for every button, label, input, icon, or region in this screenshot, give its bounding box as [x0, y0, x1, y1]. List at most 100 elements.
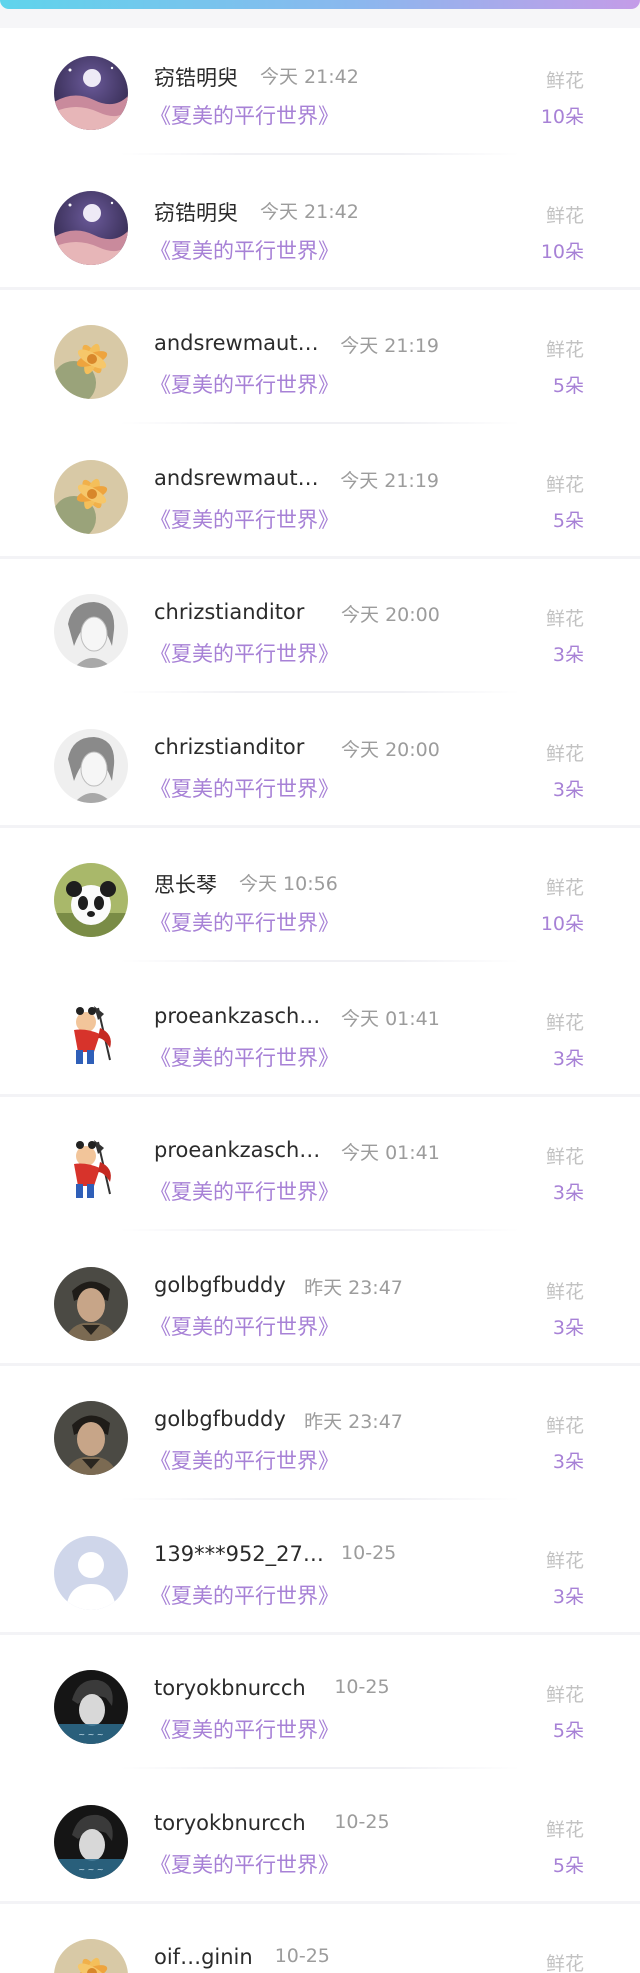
user-avatar[interactable]	[54, 459, 128, 534]
user-name[interactable]: 窃锆明臾	[154, 62, 238, 92]
gift-type: 鲜花	[545, 877, 584, 899]
man-portrait-icon	[54, 1401, 128, 1475]
gift-record-row[interactable]: chrizstianditor 今天 20:00 《夏美的平行世界》 鲜花 3朵	[0, 693, 640, 828]
gift-count: 3朵	[552, 778, 584, 801]
work-title-link[interactable]: 《夏美的平行世界》	[150, 638, 339, 668]
gift-count: 3朵	[552, 1316, 584, 1339]
work-title-link[interactable]: 《夏美的平行世界》	[150, 369, 339, 399]
gift-count: 3朵	[552, 1451, 584, 1473]
user-avatar[interactable]: ~ ~ ~	[54, 1670, 128, 1744]
work-title-link[interactable]: 《夏美的平行世界》	[150, 773, 339, 803]
user-avatar[interactable]	[54, 1939, 128, 1973]
gift-type: 鲜花	[545, 1415, 584, 1437]
gift-record-row[interactable]: andsrewmaut… 今天 21:19 《夏美的平行世界》 鲜花 5朵	[0, 424, 640, 559]
send-time: 10-25	[274, 1945, 330, 1967]
gift-type: 鲜花	[545, 339, 584, 361]
gift-record-row[interactable]: golbgfbuddy 昨天 23:47 《夏美的平行世界》 鲜花 3朵	[0, 1365, 640, 1500]
user-name[interactable]: 139***952_27…	[154, 1542, 324, 1566]
user-avatar[interactable]	[54, 728, 128, 803]
user-avatar[interactable]	[54, 325, 128, 399]
work-title-link[interactable]: 《夏美的平行世界》	[150, 235, 339, 265]
work-title-link[interactable]: 《夏美的平行世界》	[150, 1311, 339, 1341]
send-time: 今天 21:42	[260, 66, 359, 88]
gift-record-row[interactable]: 窃锆明臾 今天 21:42 《夏美的平行世界》 鲜花 10朵	[0, 155, 640, 290]
header-gradient-bar	[0, 0, 640, 9]
gift-record-row[interactable]: golbgfbuddy 昨天 23:47 《夏美的平行世界》 鲜花 3朵	[0, 1231, 640, 1366]
flower-icon	[54, 325, 128, 399]
user-avatar[interactable]	[54, 1535, 128, 1610]
user-name[interactable]: oif…ginin	[154, 1945, 253, 1969]
user-avatar[interactable]	[54, 56, 128, 130]
user-avatar[interactable]	[54, 997, 128, 1072]
gift-count: 3朵	[552, 1182, 584, 1204]
gift-record-row[interactable]: proeankzasch… 今天 01:41 《夏美的平行世界》 鲜花 3朵	[0, 1096, 640, 1231]
send-time: 昨天 23:47	[304, 1411, 403, 1433]
gift-record-row[interactable]: 139***952_27… 10-25 《夏美的平行世界》 鲜花 3朵	[0, 1500, 640, 1635]
cartoon-warrior-icon	[54, 1132, 128, 1206]
moon-icon	[54, 190, 128, 265]
gift-record-row[interactable]: proeankzasch… 今天 01:41 《夏美的平行世界》 鲜花 3朵	[0, 962, 640, 1097]
user-avatar[interactable]	[54, 1132, 128, 1206]
user-name[interactable]: toryokbnurcch	[154, 1811, 306, 1835]
user-name[interactable]: andsrewmaut…	[154, 466, 319, 490]
gift-record-row[interactable]: oif…ginin10-25《夏美的平行世界》鲜花	[0, 1903, 640, 1973]
user-name[interactable]: toryokbnurcch	[154, 1676, 306, 1700]
work-title-link[interactable]: 《夏美的平行世界》	[150, 1714, 339, 1744]
gift-count: 5朵	[552, 1720, 584, 1742]
gift-type: 鲜花	[545, 1549, 584, 1572]
gift-type: 鲜花	[545, 1684, 584, 1706]
gift-count: 5朵	[552, 509, 584, 532]
cartoon-warrior-icon	[54, 997, 128, 1072]
work-title-link[interactable]: 《夏美的平行世界》	[150, 504, 339, 534]
work-title-link[interactable]: 《夏美的平行世界》	[150, 1580, 339, 1610]
send-time: 今天 01:41	[341, 1142, 440, 1164]
work-title-link[interactable]: 《夏美的平行世界》	[150, 1849, 339, 1879]
gift-record-row[interactable]: ~ ~ ~ toryokbnurcch 10-25 《夏美的平行世界》 鲜花 5朵	[0, 1634, 640, 1769]
gift-record-row[interactable]: chrizstianditor 今天 20:00 《夏美的平行世界》 鲜花 3朵	[0, 558, 640, 693]
bw-portrait-icon: ~ ~ ~	[54, 1670, 128, 1744]
gift-record-row[interactable]: andsrewmaut… 今天 21:19 《夏美的平行世界》 鲜花 5朵	[0, 289, 640, 424]
svg-text:~ ~ ~: ~ ~ ~	[78, 1730, 103, 1739]
gift-type: 鲜花	[545, 1280, 584, 1303]
flower-icon	[54, 1939, 128, 1973]
user-name[interactable]: chrizstianditor	[154, 735, 304, 759]
user-name[interactable]: chrizstianditor	[154, 600, 304, 624]
user-name[interactable]: andsrewmaut…	[154, 331, 319, 355]
work-title-link[interactable]: 《夏美的平行世界》	[150, 907, 339, 937]
user-avatar[interactable]	[54, 1401, 128, 1475]
work-title-link[interactable]: 《夏美的平行世界》	[150, 1042, 339, 1072]
gift-count: 3朵	[552, 1047, 584, 1070]
gift-type: 鲜花	[545, 1818, 584, 1841]
gift-count: 10朵	[540, 913, 584, 935]
send-time: 今天 20:00	[341, 738, 440, 761]
flower-icon	[54, 459, 128, 534]
gift-record-row[interactable]: 窃锆明臾 今天 21:42 《夏美的平行世界》 鲜花 10朵	[0, 20, 640, 155]
send-time: 今天 21:19	[340, 335, 440, 357]
work-title-link[interactable]: 《夏美的平行世界》	[150, 1445, 339, 1475]
gift-type: 鲜花	[545, 70, 584, 92]
user-avatar[interactable]	[54, 863, 128, 937]
moon-icon	[54, 56, 128, 130]
user-name[interactable]: proeankzasch…	[154, 1004, 320, 1028]
user-name[interactable]: 窃锆明臾	[154, 197, 238, 227]
user-avatar[interactable]: ~ ~ ~	[54, 1804, 128, 1879]
sketch-portrait-icon	[54, 728, 128, 803]
user-name[interactable]: golbgfbuddy	[154, 1407, 286, 1431]
send-time: 今天 01:41	[341, 1007, 440, 1030]
user-avatar[interactable]	[54, 190, 128, 265]
user-avatar[interactable]	[54, 1266, 128, 1341]
user-name[interactable]: proeankzasch…	[154, 1138, 320, 1162]
user-avatar[interactable]	[54, 594, 128, 668]
send-time: 10-25	[334, 1810, 390, 1833]
default-user-icon	[54, 1535, 128, 1610]
gift-record-row[interactable]: 思长琴 今天 10:56 《夏美的平行世界》 鲜花 10朵	[0, 827, 640, 962]
work-title-link[interactable]: 《夏美的平行世界》	[150, 100, 339, 130]
work-title-link[interactable]: 《夏美的平行世界》	[150, 1176, 339, 1206]
gift-record-row[interactable]: ~ ~ ~ toryokbnurcch 10-25 《夏美的平行世界》 鲜花 5朵	[0, 1769, 640, 1904]
gift-type: 鲜花	[545, 1011, 584, 1034]
user-name[interactable]: 思长琴	[154, 869, 217, 899]
panda-icon	[54, 863, 128, 937]
gift-type: 鲜花	[545, 1146, 584, 1168]
gift-type: 鲜花	[545, 1953, 584, 1973]
user-name[interactable]: golbgfbuddy	[154, 1273, 286, 1297]
